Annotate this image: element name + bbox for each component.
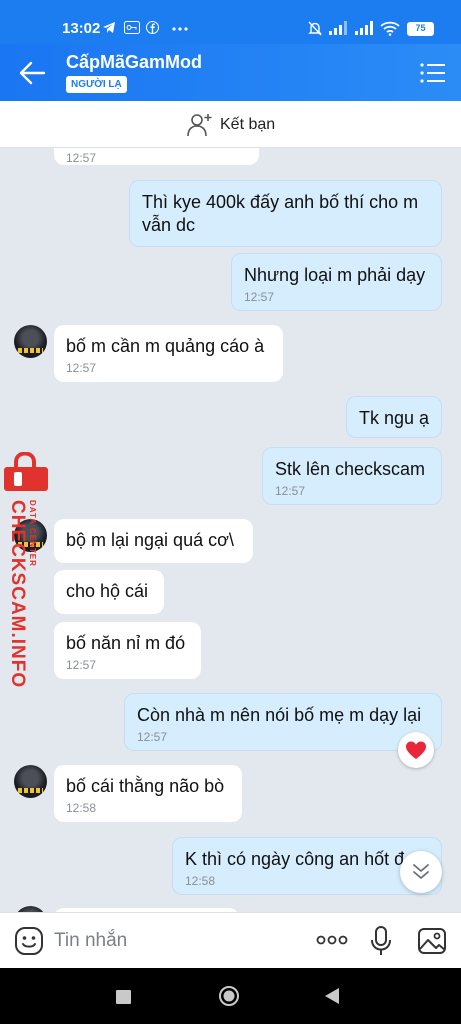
add-friend-label: Kết bạn (220, 116, 276, 133)
message-time: 12:57 (244, 290, 275, 304)
chevron-double-down-icon (413, 864, 429, 879)
message-bubble[interactable]: bố m cần m quảng cáo à 12:57 (54, 325, 283, 382)
arrow-left-icon[interactable] (18, 60, 46, 86)
signal-icon (355, 21, 373, 35)
message-text: bố năn nỉ m đó (66, 633, 186, 653)
reaction-button[interactable] (398, 732, 434, 768)
system-nav-bar (0, 968, 461, 1024)
message-input[interactable]: Tin nhắn (54, 930, 127, 952)
wifi-icon (380, 21, 400, 36)
avatar[interactable] (14, 325, 47, 358)
avatar[interactable] (14, 765, 47, 798)
message-bubble[interactable]: Còn nhà m nên nói bố mẹ m dạy lại 12:57 (124, 693, 442, 751)
more-notifications-icon (172, 27, 188, 31)
emoji-icon[interactable] (14, 926, 44, 956)
scroll-to-bottom-button[interactable] (400, 851, 442, 893)
add-friend-button[interactable]: Kết bạn (186, 111, 275, 139)
stranger-badge: NGƯỜI LẠ (66, 76, 127, 93)
message-bubble[interactable]: bố cái thằng não bò 12:58 (54, 765, 242, 822)
message-bubble[interactable]: cho hộ cái (54, 570, 164, 614)
message-text: K thì có ngày công an hốt đ (185, 849, 405, 869)
message-bubble[interactable]: bố năn nỉ m đó 12:57 (54, 622, 201, 679)
status-bar: 13:02 75 (0, 0, 461, 44)
list-menu-icon[interactable] (420, 62, 446, 84)
message-input-bar: Tin nhắn (0, 912, 461, 968)
message-text: Còn nhà m nên nói bố mẹ m dạy lại (137, 705, 422, 725)
message-text: cho hộ cái (66, 581, 149, 601)
message-bubble[interactable]: Tk ngu ạ (346, 396, 442, 438)
message-text: vẫn dc (142, 215, 196, 235)
message-bubble[interactable]: 12:57 (54, 148, 259, 165)
message-text: Stk lên checkscam (275, 459, 426, 479)
chat-header: CấpMãGamMod NGƯỜI LẠ (0, 44, 461, 101)
message-text: Tk ngu ạ (359, 408, 430, 428)
back-nav-icon[interactable] (324, 987, 340, 1005)
image-icon[interactable] (417, 927, 447, 955)
status-time: 13:02 (62, 20, 101, 37)
message-time: 12:58 (185, 874, 216, 888)
message-time: 12:57 (66, 658, 97, 672)
heart-icon (406, 741, 426, 759)
key-icon (124, 21, 140, 34)
telegram-icon (103, 22, 115, 33)
signal-icon (329, 21, 347, 35)
message-time: 12:57 (66, 361, 97, 375)
message-time: 12:57 (275, 484, 306, 498)
message-time: 12:57 (66, 151, 97, 165)
avatar[interactable] (14, 519, 47, 552)
person-add-icon (187, 114, 212, 137)
message-text: bố m cần m quảng cáo à (66, 336, 265, 356)
message-text: Nhưng loại m phải dạy (244, 265, 426, 285)
message-bubble[interactable]: Nhưng loại m phải dạy 12:57 (231, 253, 442, 311)
facebook-icon (146, 21, 159, 34)
contact-name[interactable]: CấpMãGamMod (66, 52, 202, 73)
battery-indicator: 75 (407, 22, 434, 36)
mute-icon (308, 21, 322, 36)
message-time: 12:58 (66, 801, 97, 815)
microphone-icon[interactable] (370, 925, 392, 957)
home-icon[interactable] (218, 985, 240, 1007)
message-bubble[interactable]: Stk lên checkscam 12:57 (262, 447, 442, 505)
chat-area[interactable]: 12:57 Thì kye 400k đấy anh bố thí cho m … (0, 148, 461, 912)
message-bubble[interactable]: Thì kye 400k đấy anh bố thí cho m vẫn dc (129, 180, 442, 247)
message-text: Thì kye 400k đấy anh bố thí cho m (142, 192, 419, 212)
more-dots-icon[interactable] (316, 935, 348, 945)
add-friend-bar: Kết bạn (0, 101, 461, 148)
recents-icon[interactable] (116, 990, 131, 1004)
message-time: 12:57 (137, 730, 168, 744)
message-text: bố cái thằng não bò (66, 776, 225, 796)
message-text: bộ m lại ngại quá cơ\ (66, 530, 234, 550)
message-bubble[interactable]: bộ m lại ngại quá cơ\ (54, 519, 253, 563)
